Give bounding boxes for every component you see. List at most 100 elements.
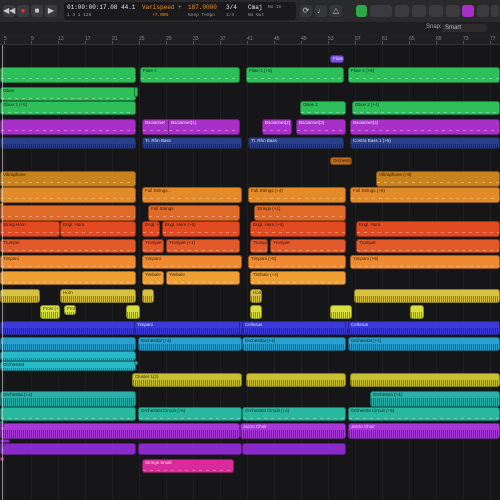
track-region[interactable]: Cluster 1(2) <box>132 373 242 387</box>
editor-button[interactable] <box>429 5 443 17</box>
track-region[interactable] <box>134 361 138 365</box>
track-region[interactable]: Orchestral (+2) <box>138 337 242 351</box>
track-region[interactable]: Orchestral <box>330 157 352 165</box>
track-region[interactable]: Horn (+4) <box>250 289 262 303</box>
track-region[interactable]: Orchestral <box>0 361 136 371</box>
tempo-display[interactable]: 187.0000 <box>188 4 217 11</box>
bar-ruler[interactable]: 5 9 13 17 21 25 29 33 37 41 45 49 53 57 61 65 69 73 77 <box>0 34 500 45</box>
track-region[interactable]: Orchestra (+4) <box>0 391 136 407</box>
track-region[interactable] <box>0 423 240 439</box>
track-region[interactable]: Frost Out <box>64 305 76 315</box>
track-region[interactable]: Horn <box>60 289 136 303</box>
track-region[interactable]: Timbale <box>142 271 164 285</box>
track-region[interactable]: Bsclarinet(2) <box>262 119 292 135</box>
track-region[interactable] <box>0 187 136 203</box>
mode-selector[interactable] <box>370 5 392 17</box>
track-region[interactable] <box>0 407 136 421</box>
tuner-icon[interactable]: ♩ <box>315 5 327 17</box>
track-region[interactable] <box>0 205 136 221</box>
loop-browser-icon[interactable] <box>462 5 474 17</box>
rewind-icon[interactable]: ◀◀ <box>3 5 15 17</box>
mixer-button[interactable] <box>412 5 426 17</box>
track-region[interactable] <box>0 67 136 83</box>
track-region[interactable]: Orchestral Circuit (+4) <box>242 407 346 421</box>
track-region[interactable]: Flute <box>330 55 344 63</box>
track-region[interactable] <box>126 305 140 319</box>
track-region[interactable]: Jazzo Choir <box>348 423 500 439</box>
track-region[interactable]: Tr. Rhn Bass <box>142 137 242 149</box>
track-region[interactable]: Bsclarinet(3) <box>296 119 346 135</box>
track-region[interactable]: Engl. Horn (+4) <box>250 221 346 237</box>
track-region[interactable] <box>0 137 136 149</box>
track-region[interactable]: Tr. Rhn Bass <box>248 137 344 149</box>
playhead[interactable] <box>2 45 3 500</box>
track-region[interactable]: String Horn <box>0 221 60 237</box>
track-region[interactable]: Timbale (+4) <box>250 271 346 285</box>
add-track-icon[interactable] <box>356 5 367 17</box>
track-region[interactable]: Orchestra Circuit (+5) <box>348 407 500 421</box>
metronome-icon[interactable]: △ <box>330 5 342 17</box>
track-region[interactable] <box>330 305 352 319</box>
track-region[interactable]: Trumpet <box>142 239 164 253</box>
track-region[interactable]: Timpani (+5) <box>248 255 346 269</box>
track-region[interactable]: Trumpet (+5) <box>250 239 268 253</box>
track-region[interactable]: Orchestral (+4) <box>242 337 346 351</box>
track-region[interactable] <box>0 289 40 303</box>
track-region[interactable]: Jazzo Choir <box>240 423 346 439</box>
record-icon[interactable]: ● <box>17 5 29 17</box>
track-region[interactable]: Trumpet <box>270 239 346 253</box>
time-signature[interactable]: 3/4 <box>226 4 237 11</box>
track-region[interactable] <box>142 289 154 303</box>
view-button[interactable] <box>395 5 409 17</box>
track-region[interactable]: Strings Small <box>142 459 234 473</box>
track-region[interactable] <box>0 351 136 361</box>
track-region[interactable] <box>354 289 500 303</box>
key-display[interactable]: Cmaj <box>248 4 262 11</box>
track-region[interactable]: Oboe <box>0 87 136 101</box>
track-region[interactable] <box>250 305 262 319</box>
track-region[interactable]: Orchestral Circuit (+5) <box>138 407 242 421</box>
track-region[interactable]: Vibraphone <box>0 171 136 187</box>
track-region[interactable]: Full Strings... <box>142 187 242 203</box>
track-region[interactable]: Timbale <box>166 271 240 285</box>
track-region[interactable] <box>410 305 424 319</box>
track-region[interactable]: Flute 1 (+6) <box>348 67 500 83</box>
track-region[interactable]: Strings (+1) <box>254 205 346 221</box>
track-region[interactable] <box>0 337 136 351</box>
play-icon[interactable]: ▶ <box>45 5 57 17</box>
track-region[interactable]: Contra Bass 1 (+5) <box>350 137 500 149</box>
track-region[interactable]: Oboe 2 <box>300 101 346 115</box>
track-region[interactable]: Engl. Horn (+5) <box>162 221 240 237</box>
track-region[interactable] <box>134 87 138 97</box>
track-region[interactable] <box>0 119 136 135</box>
track-region[interactable] <box>246 373 346 387</box>
track-region[interactable]: Timpani (+5) <box>350 255 500 269</box>
snap-select[interactable]: Smart <box>442 24 487 32</box>
track-region[interactable]: Vibraphone (+5) <box>376 171 500 187</box>
track-region[interactable]: Engl. Ho <box>142 221 160 237</box>
track-region[interactable]: Engl. Horn <box>356 221 500 237</box>
track-region[interactable]: Full Strings (+4) <box>248 187 346 203</box>
track-region[interactable]: Oboe 1 (+5) <box>0 101 136 115</box>
track-region[interactable] <box>350 373 500 387</box>
track-region[interactable]: Trumpet <box>356 239 500 253</box>
track-region[interactable]: Full Strings (+5) <box>350 187 500 203</box>
track-region[interactable]: Orchestral (+1) <box>348 337 500 351</box>
track-region[interactable]: Timpani <box>134 321 240 335</box>
track-region[interactable]: Engl. Horn <box>60 221 136 237</box>
track-region[interactable]: Cellosus <box>348 321 500 335</box>
track-region[interactable]: Flute 1 (+5) <box>246 67 344 83</box>
library-icon[interactable] <box>477 5 489 17</box>
track-region[interactable] <box>138 443 242 455</box>
track-region[interactable]: Trumpet (+1) <box>166 239 240 253</box>
varispeed-label[interactable]: Varispeed + <box>142 4 182 11</box>
track-region[interactable] <box>0 443 136 455</box>
track-region[interactable]: Cellosus <box>242 321 346 335</box>
track-region[interactable]: Oboe 2 (+4) <box>352 101 500 115</box>
track-region[interactable]: Timpani <box>142 255 242 269</box>
track-region[interactable] <box>0 271 136 285</box>
track-region[interactable]: Full Strings <box>148 205 240 221</box>
track-region[interactable]: Bsclarinet(1) <box>168 119 240 135</box>
list-button[interactable] <box>446 5 460 17</box>
lcd-display[interactable]: 01:00:00:17.08 1 3 1 125 44.1 Varispeed … <box>64 2 296 20</box>
